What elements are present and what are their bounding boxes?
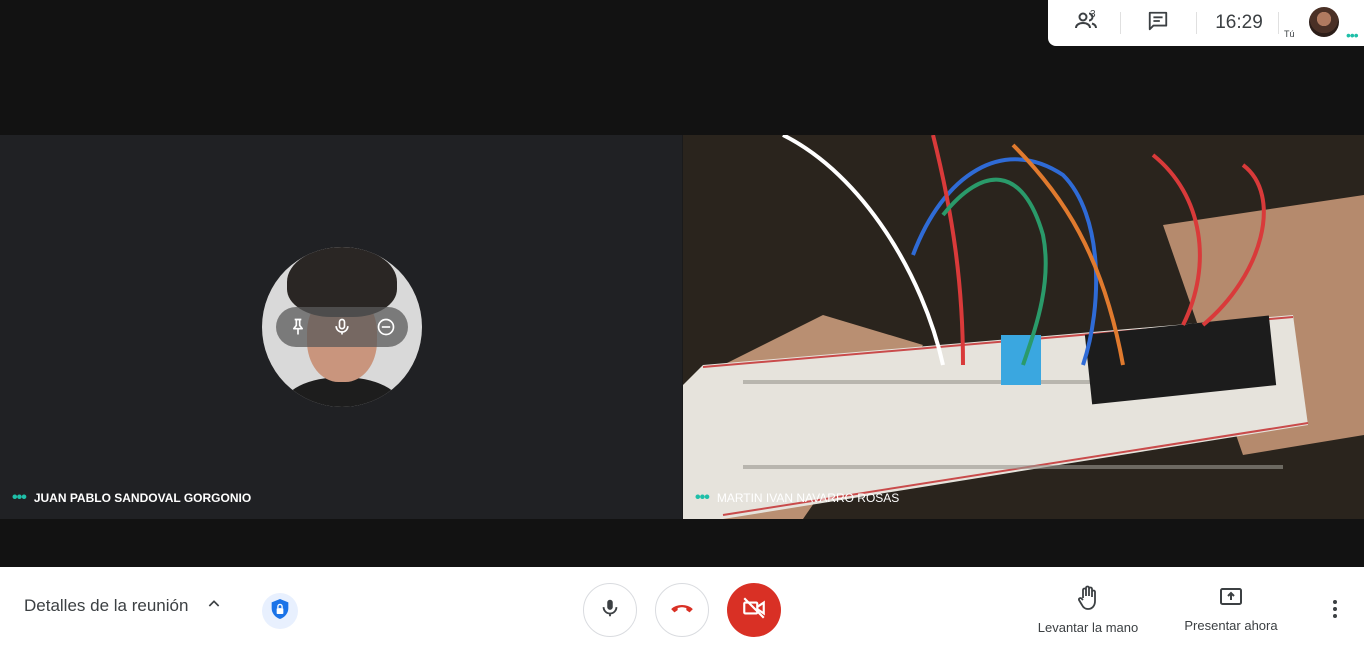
chevron-up-icon	[206, 596, 222, 617]
meeting-details-button[interactable]: Detalles de la reunión	[24, 567, 222, 645]
participant-name-tag: ••• JUAN PABLO SANDOVAL GORGONIO	[12, 489, 252, 506]
remove-icon[interactable]	[375, 316, 397, 338]
microphone-icon[interactable]	[331, 316, 353, 338]
chat-icon	[1147, 10, 1169, 37]
participant-name: JUAN PABLO SANDOVAL GORGONIO	[33, 491, 252, 505]
divider	[1120, 12, 1121, 34]
divider	[1196, 12, 1197, 34]
hang-up-icon	[669, 595, 695, 626]
present-label: Presentar ahora	[1184, 618, 1278, 633]
speaking-indicator: •••	[12, 489, 27, 506]
camera-off-icon	[741, 595, 767, 626]
call-controls-bar: Detalles de la reunión Levantar la mano	[0, 567, 1364, 645]
tile-hover-controls	[276, 307, 408, 347]
self-avatar[interactable]	[1309, 7, 1339, 37]
present-now-button[interactable]: Presentar ahora	[1178, 585, 1284, 633]
security-button[interactable]	[262, 593, 298, 629]
raise-hand-label: Levantar la mano	[1037, 620, 1139, 635]
camera-off-button[interactable]	[727, 583, 781, 637]
pin-icon[interactable]	[287, 316, 309, 338]
microphone-icon	[599, 597, 621, 624]
video-feed	[683, 135, 1364, 519]
more-vert-icon	[1332, 599, 1338, 624]
participant-tile-martin[interactable]: ••• MARTIN IVAN NAVARRO ROSAS	[683, 135, 1364, 519]
clock: 16:29	[1215, 12, 1263, 33]
participant-name: MARTIN IVAN NAVARRO ROSAS	[716, 491, 900, 505]
speaking-indicator: •••	[695, 489, 710, 506]
divider	[1278, 12, 1279, 34]
raise-hand-button[interactable]: Levantar la mano	[1030, 585, 1146, 635]
self-speaking-indicator: •••	[1346, 27, 1359, 43]
end-call-button[interactable]	[655, 583, 709, 637]
bottom-spacer	[0, 519, 1364, 567]
meeting-details-label: Detalles de la reunión	[24, 596, 189, 615]
present-screen-icon	[1219, 585, 1243, 612]
participant-tile-juan[interactable]: ••• JUAN PABLO SANDOVAL GORGONIO	[0, 135, 682, 519]
people-button[interactable]	[1064, 0, 1108, 46]
participant-name-tag: ••• MARTIN IVAN NAVARRO ROSAS	[695, 489, 900, 506]
shield-lock-icon	[270, 598, 290, 625]
more-options-button[interactable]	[1325, 597, 1345, 625]
microphone-button[interactable]	[583, 583, 637, 637]
self-label: Tú	[1284, 29, 1295, 39]
chat-button[interactable]	[1136, 0, 1180, 46]
participants-count: 3	[1090, 9, 1096, 20]
hand-icon	[1076, 585, 1100, 614]
meeting-info-panel: 3 16:29 Tú •••	[1048, 0, 1364, 46]
